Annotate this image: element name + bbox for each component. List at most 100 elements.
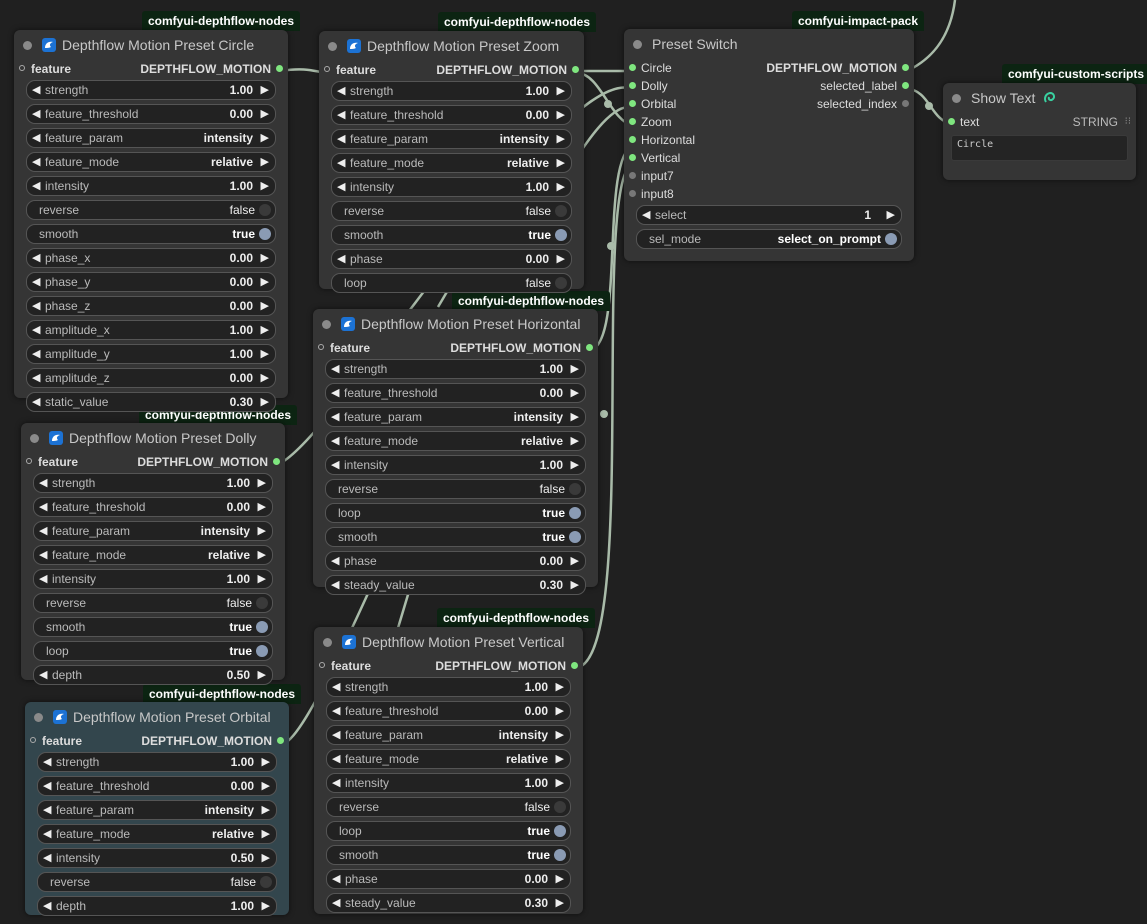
text-display[interactable]: Circle — [951, 135, 1128, 161]
node-title[interactable]: Depthflow Motion Preset Dolly — [21, 423, 285, 453]
node-title[interactable]: Depthflow Motion Preset Orbital — [25, 702, 289, 732]
increment-arrow-icon[interactable]: ▶ — [571, 553, 579, 569]
node-title[interactable]: Show Text — [943, 83, 1136, 113]
decrement-arrow-icon[interactable]: ◀ — [39, 475, 47, 491]
increment-arrow-icon[interactable]: ▶ — [556, 871, 564, 887]
widget-feature_threshold[interactable]: ◀ feature_threshold 0.00 ▶ — [331, 105, 572, 125]
toggle-knob[interactable] — [569, 531, 581, 543]
increment-arrow-icon[interactable]: ▶ — [557, 131, 565, 147]
increment-arrow-icon[interactable]: ▶ — [261, 322, 269, 338]
widget-phase_y[interactable]: ◀ phase_y 0.00 ▶ — [26, 272, 276, 292]
decrement-arrow-icon[interactable]: ◀ — [331, 433, 339, 449]
decrement-arrow-icon[interactable]: ◀ — [332, 679, 340, 695]
input-port[interactable] — [948, 118, 955, 125]
increment-arrow-icon[interactable]: ▶ — [571, 361, 579, 377]
output-port[interactable] — [902, 64, 909, 71]
input-port[interactable] — [629, 136, 636, 143]
widget-amplitude_z[interactable]: ◀ amplitude_z 0.00 ▶ — [26, 368, 276, 388]
output-port[interactable] — [571, 662, 578, 669]
increment-arrow-icon[interactable]: ▶ — [258, 523, 266, 539]
decrement-arrow-icon[interactable]: ◀ — [32, 130, 40, 146]
increment-arrow-icon[interactable]: ▶ — [557, 83, 565, 99]
widget-strength[interactable]: ◀ strength 1.00 ▶ — [37, 752, 277, 772]
toggle-knob[interactable] — [555, 229, 567, 241]
widget-intensity[interactable]: ◀ intensity 1.00 ▶ — [326, 773, 571, 793]
decrement-arrow-icon[interactable]: ◀ — [43, 802, 51, 818]
toggle-smooth[interactable]: smooth true — [325, 527, 586, 547]
input-port[interactable] — [629, 64, 636, 71]
widget-feature_mode[interactable]: ◀ feature_mode relative ▶ — [37, 824, 277, 844]
widget-intensity[interactable]: ◀ intensity 1.00 ▶ — [33, 569, 273, 589]
increment-arrow-icon[interactable]: ▶ — [557, 107, 565, 123]
decrement-arrow-icon[interactable]: ◀ — [32, 82, 40, 98]
input-port[interactable] — [629, 118, 636, 125]
output-port[interactable] — [586, 344, 593, 351]
increment-arrow-icon[interactable]: ▶ — [556, 727, 564, 743]
widget-depth[interactable]: ◀ depth 1.00 ▶ — [37, 896, 277, 916]
toggle-knob[interactable] — [555, 205, 567, 217]
widget-steady_value[interactable]: ◀ steady_value 0.30 ▶ — [326, 893, 571, 913]
decrement-arrow-icon[interactable]: ◀ — [337, 251, 345, 267]
node-vertical[interactable]: Depthflow Motion Preset Vertical feature… — [314, 627, 583, 914]
decrement-arrow-icon[interactable]: ◀ — [32, 106, 40, 122]
widget-strength[interactable]: ◀ strength 1.00 ▶ — [325, 359, 586, 379]
toggle-reverse[interactable]: reverse false — [331, 201, 572, 221]
widget-feature_mode[interactable]: ◀ feature_mode relative ▶ — [26, 152, 276, 172]
widget-feature_threshold[interactable]: ◀ feature_threshold 0.00 ▶ — [325, 383, 586, 403]
toggle-knob[interactable] — [256, 597, 268, 609]
output-port[interactable] — [572, 66, 579, 73]
node-title[interactable]: Preset Switch — [624, 29, 914, 59]
increment-arrow-icon[interactable]: ▶ — [261, 178, 269, 194]
increment-arrow-icon[interactable]: ▶ — [261, 298, 269, 314]
decrement-arrow-icon[interactable]: ◀ — [331, 361, 339, 377]
widget-amplitude_x[interactable]: ◀ amplitude_x 1.00 ▶ — [26, 320, 276, 340]
decrement-arrow-icon[interactable]: ◀ — [39, 571, 47, 587]
toggle-loop[interactable]: loop false — [331, 273, 572, 293]
increment-arrow-icon[interactable]: ▶ — [261, 130, 269, 146]
decrement-arrow-icon[interactable]: ◀ — [331, 553, 339, 569]
decrement-arrow-icon[interactable]: ◀ — [337, 83, 345, 99]
decrement-arrow-icon[interactable]: ◀ — [332, 727, 340, 743]
increment-arrow-icon[interactable]: ▶ — [571, 577, 579, 593]
input-port[interactable] — [324, 66, 330, 72]
increment-arrow-icon[interactable]: ▶ — [258, 547, 266, 563]
decrement-arrow-icon[interactable]: ◀ — [32, 154, 40, 170]
toggle-knob[interactable] — [260, 876, 272, 888]
widget-feature_threshold[interactable]: ◀ feature_threshold 0.00 ▶ — [26, 104, 276, 124]
input-port[interactable] — [30, 737, 36, 743]
decrement-arrow-icon[interactable]: ◀ — [43, 850, 51, 866]
output-port[interactable] — [276, 65, 283, 72]
decrement-arrow-icon[interactable]: ◀ — [332, 775, 340, 791]
dot-icon[interactable] — [30, 433, 39, 443]
increment-arrow-icon[interactable]: ▶ — [261, 394, 269, 410]
dot-icon[interactable] — [322, 319, 331, 329]
increment-arrow-icon[interactable]: ▶ — [557, 155, 565, 171]
toggle-knob[interactable] — [554, 801, 566, 813]
node-title[interactable]: Depthflow Motion Preset Vertical — [314, 627, 583, 657]
widget-feature_param[interactable]: ◀ feature_param intensity ▶ — [325, 407, 586, 427]
widget-feature_mode[interactable]: ◀ feature_mode relative ▶ — [326, 749, 571, 769]
increment-arrow-icon[interactable]: ▶ — [571, 457, 579, 473]
toggle-reverse[interactable]: reverse false — [37, 872, 277, 892]
decrement-arrow-icon[interactable]: ◀ — [32, 346, 40, 362]
increment-arrow-icon[interactable]: ▶ — [261, 250, 269, 266]
decrement-arrow-icon[interactable]: ◀ — [331, 457, 339, 473]
widget-feature_param[interactable]: ◀ feature_param intensity ▶ — [326, 725, 571, 745]
widget-intensity[interactable]: ◀ intensity 1.00 ▶ — [325, 455, 586, 475]
widget-strength[interactable]: ◀ strength 1.00 ▶ — [331, 81, 572, 101]
toggle-reverse[interactable]: reverse false — [326, 797, 571, 817]
toggle-knob[interactable] — [256, 645, 268, 657]
increment-arrow-icon[interactable]: ▶ — [261, 370, 269, 386]
decrement-arrow-icon[interactable]: ◀ — [32, 274, 40, 290]
decrement-arrow-icon[interactable]: ◀ — [331, 577, 339, 593]
decrement-arrow-icon[interactable]: ◀ — [32, 370, 40, 386]
toggle-knob[interactable] — [555, 277, 567, 289]
input-port[interactable] — [629, 154, 636, 161]
decrement-arrow-icon[interactable]: ◀ — [32, 178, 40, 194]
widget-feature_param[interactable]: ◀ feature_param intensity ▶ — [33, 521, 273, 541]
toggle-knob[interactable] — [256, 621, 268, 633]
increment-arrow-icon[interactable]: ▶ — [556, 895, 564, 911]
node-zoom[interactable]: Depthflow Motion Preset Zoom feature DEP… — [319, 31, 584, 293]
widget-feature_mode[interactable]: ◀ feature_mode relative ▶ — [33, 545, 273, 565]
increment-arrow-icon[interactable]: ▶ — [261, 82, 269, 98]
